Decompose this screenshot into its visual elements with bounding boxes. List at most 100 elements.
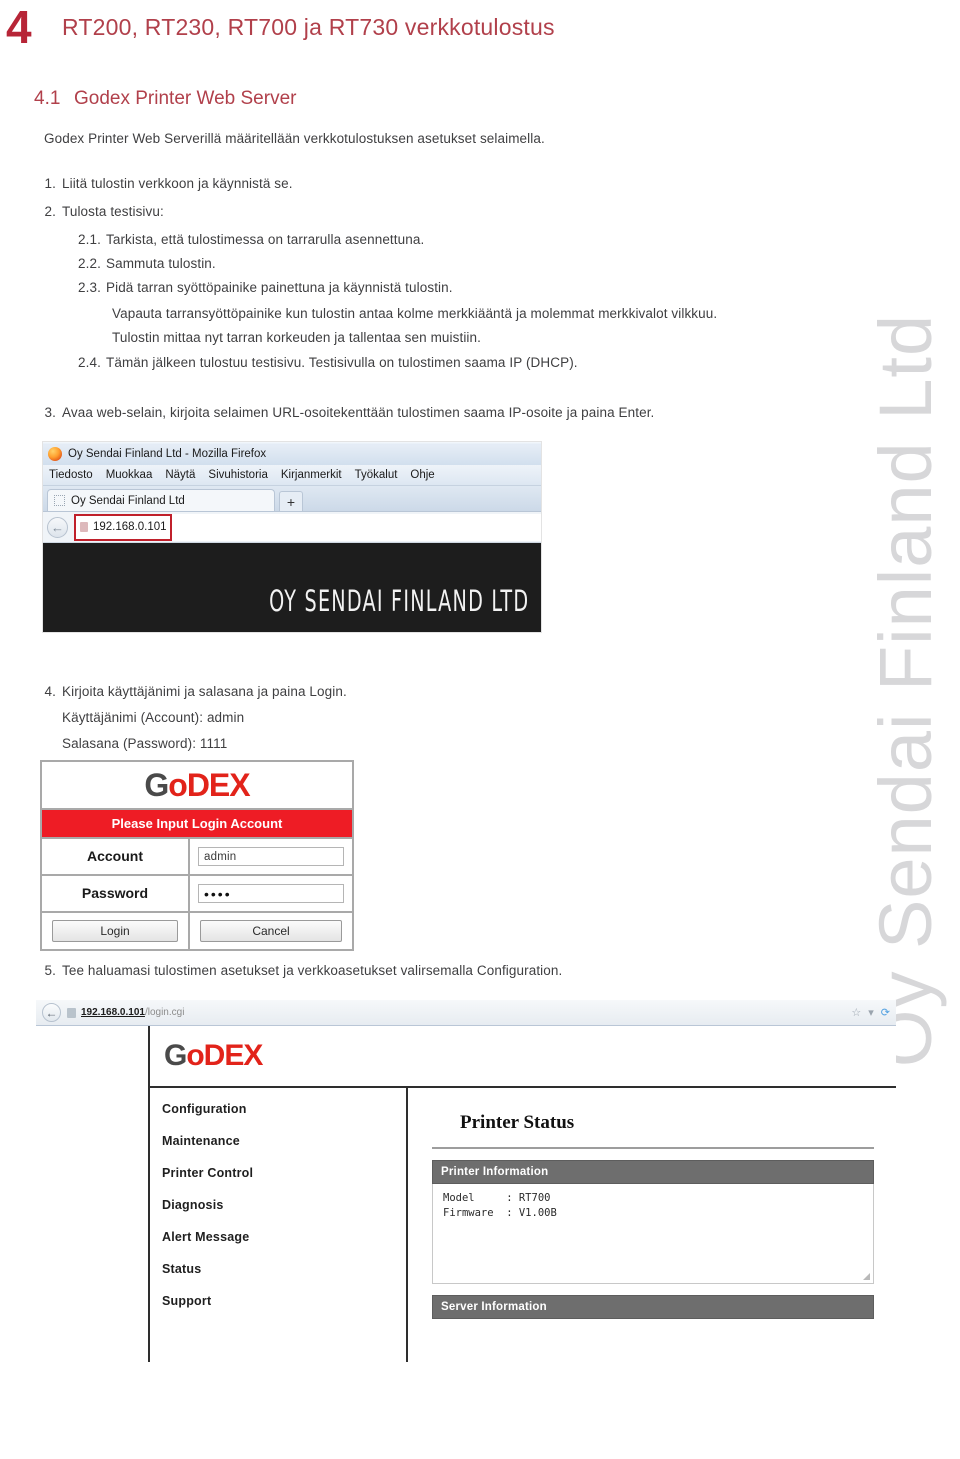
list-item-text: Pidä tarran syöttöpainike painettuna ja …	[106, 280, 453, 295]
status-main: Configuration Maintenance Printer Contro…	[150, 1088, 896, 1362]
browser-menu-bar: Tiedosto Muokkaa Näytä Sivuhistoria Kirj…	[43, 465, 541, 486]
godex-banner-row: Please Input Login Account	[42, 810, 352, 839]
site-identity-icon	[67, 1007, 76, 1018]
list-item-number: 2.3.	[78, 280, 101, 295]
reload-icon[interactable]: ⟳	[881, 1006, 890, 1019]
password-field-cell: ••••	[190, 876, 352, 911]
menu-item-ohje[interactable]: Ohje	[410, 469, 434, 481]
list-item-1: 1. Liitä tulostin verkkoon ja käynnistä …	[42, 176, 293, 191]
divider	[432, 1147, 874, 1149]
section-number: 4.1	[34, 88, 61, 109]
account-row: Account admin	[42, 839, 352, 876]
status-url[interactable]: 192.168.0.101/login.cgi	[81, 1007, 184, 1018]
password-input[interactable]: ••••	[198, 884, 344, 903]
bookmark-star-icon[interactable]: ☆	[851, 1006, 861, 1019]
chapter-number: 4	[6, 1, 32, 53]
status-logo-strip: Go DEX	[150, 1026, 896, 1088]
list-item-3: 3. Avaa web-selain, kirjoita selaimen UR…	[42, 405, 655, 420]
list-item-number: 2.4.	[78, 355, 101, 370]
list-item-number: 3.	[44, 405, 56, 420]
nav-item-alert-message[interactable]: Alert Message	[162, 1230, 406, 1244]
section-title: Godex Printer Web Server	[74, 88, 297, 109]
server-information-header: Server Information	[432, 1295, 874, 1319]
list-item-text: Tulosta testisivu:	[62, 204, 164, 219]
list-item-text: Tarkista, että tulostimessa on tarrarull…	[106, 232, 425, 247]
list-item-2-1: 2.1. Tarkista, että tulostimessa on tarr…	[78, 232, 424, 247]
resize-handle-icon[interactable]	[863, 1273, 870, 1280]
menu-item-muokkaa[interactable]: Muokkaa	[106, 469, 153, 481]
url-address-value: 192.168.0.101	[93, 521, 167, 533]
status-page-body: Go DEX Configuration Maintenance Printer …	[36, 1026, 896, 1362]
nav-item-support[interactable]: Support	[162, 1294, 406, 1308]
godex-logo-dex: DEX	[203, 1039, 264, 1072]
list-item-text: Kirjoita käyttäjänimi ja salasana ja pai…	[62, 684, 347, 699]
list-item-number: 2.2.	[78, 256, 101, 271]
nav-item-configuration[interactable]: Configuration	[162, 1102, 406, 1116]
browser-title-bar: Oy Sendai Finland Ltd - Mozilla Firefox	[43, 442, 541, 465]
list-item-number: 2.1.	[78, 232, 101, 247]
menu-item-tyokalut[interactable]: Työkalut	[355, 469, 398, 481]
printer-model-line: Model : RT700	[443, 1192, 551, 1204]
section-heading: 4.1 Godex Printer Web Server	[34, 88, 296, 110]
menu-item-nayta[interactable]: Näytä	[165, 469, 195, 481]
status-left-gutter	[36, 1026, 148, 1362]
list-item-2-3-note-2: Tulostin mittaa nyt tarran korkeuden ja …	[106, 330, 481, 345]
password-row: Password ••••	[42, 876, 352, 913]
list-item-2-3: 2.3. Pidä tarran syöttöpainike painettun…	[78, 280, 453, 295]
godex-logo-text: Go DEX	[164, 1039, 264, 1073]
cancel-button[interactable]: Cancel	[200, 920, 342, 942]
list-item-text: Vapauta tarransyöttöpainike kun tulostin…	[112, 306, 718, 321]
nav-item-diagnosis[interactable]: Diagnosis	[162, 1198, 406, 1212]
menu-item-kirjanmerkit[interactable]: Kirjanmerkit	[281, 469, 342, 481]
godex-logo-o: o	[186, 1039, 204, 1072]
list-item-text: Avaa web-selain, kirjoita selaimen URL-o…	[62, 405, 655, 420]
nav-right-icons: ☆ ▾ ⟳	[851, 1006, 890, 1019]
account-hint-text: Käyttäjänimi (Account): admin	[62, 710, 245, 725]
list-item-text: Tee haluamasi tulostimen asetukset ja ve…	[62, 963, 563, 978]
page-title: Printer Status	[460, 1112, 575, 1133]
cancel-button-cell: Cancel	[190, 913, 352, 949]
list-item-4: 4. Kirjoita käyttäjänimi ja salasana ja …	[42, 684, 347, 699]
status-url-host: 192.168.0.101	[81, 1007, 145, 1018]
password-hint: Salasana (Password): 1111	[62, 736, 227, 751]
back-arrow-icon[interactable]: ←	[42, 1003, 61, 1022]
url-bar-remainder[interactable]	[172, 513, 541, 541]
status-browser-nav-bar: ← 192.168.0.101/login.cgi ☆ ▾ ⟳	[36, 1000, 896, 1026]
browser-tab[interactable]: Oy Sendai Finland Ltd	[47, 489, 275, 511]
url-address-input-highlight[interactable]: 192.168.0.101	[74, 513, 172, 541]
status-content-area: Go DEX Configuration Maintenance Printer …	[148, 1026, 896, 1362]
login-button[interactable]: Login	[52, 920, 178, 942]
godex-logo-text: Go DEX	[144, 766, 251, 804]
list-item-2-4: 2.4. Tämän jälkeen tulostuu testisivu. T…	[78, 355, 578, 370]
status-panel: Printer Status Printer Information Model…	[408, 1088, 896, 1362]
password-hint-text: Salasana (Password): 1111	[62, 736, 228, 751]
nav-item-status[interactable]: Status	[162, 1262, 406, 1276]
list-item-text: Sammuta tulostin.	[106, 256, 216, 271]
printer-firmware-line: Firmware : V1.00B	[443, 1207, 557, 1219]
account-field-cell: admin	[190, 839, 352, 874]
godex-logo-dex: DEX	[186, 766, 251, 803]
browser-tab-strip: Oy Sendai Finland Ltd +	[43, 486, 541, 512]
list-item-text: Tulostin mittaa nyt tarran korkeuden ja …	[112, 330, 481, 345]
menu-item-tiedosto[interactable]: Tiedosto	[49, 469, 93, 481]
favicon-placeholder-icon	[54, 495, 65, 506]
account-label: Account	[42, 839, 190, 874]
list-item-2: 2. Tulosta testisivu:	[42, 204, 164, 219]
password-label: Password	[42, 876, 190, 911]
list-item-number: 2.	[44, 204, 56, 219]
chapter-header: 4 RT200, RT230, RT700 ja RT730 verkkotul…	[6, 1, 555, 53]
chevron-down-icon[interactable]: ▾	[868, 1006, 874, 1019]
nav-item-printer-control[interactable]: Printer Control	[162, 1166, 406, 1180]
browser-navigation-bar: ← 192.168.0.101	[43, 512, 541, 543]
website-banner-title: OY SENDAI FINLAND LTD	[268, 585, 529, 619]
website-hero-banner: OY SENDAI FINLAND LTD	[43, 543, 541, 632]
printer-status-screenshot: ← 192.168.0.101/login.cgi ☆ ▾ ⟳ Go DEX C…	[36, 1000, 896, 1362]
list-item-2-2: 2.2. Sammuta tulostin.	[78, 256, 216, 271]
godex-logo-row: Go DEX	[42, 762, 352, 810]
new-tab-button[interactable]: +	[279, 491, 303, 511]
printer-information-header: Printer Information	[432, 1160, 874, 1184]
account-input[interactable]: admin	[198, 847, 344, 866]
nav-item-maintenance[interactable]: Maintenance	[162, 1134, 406, 1148]
back-arrow-icon[interactable]: ←	[47, 516, 68, 538]
menu-item-sivuhistoria[interactable]: Sivuhistoria	[208, 469, 267, 481]
